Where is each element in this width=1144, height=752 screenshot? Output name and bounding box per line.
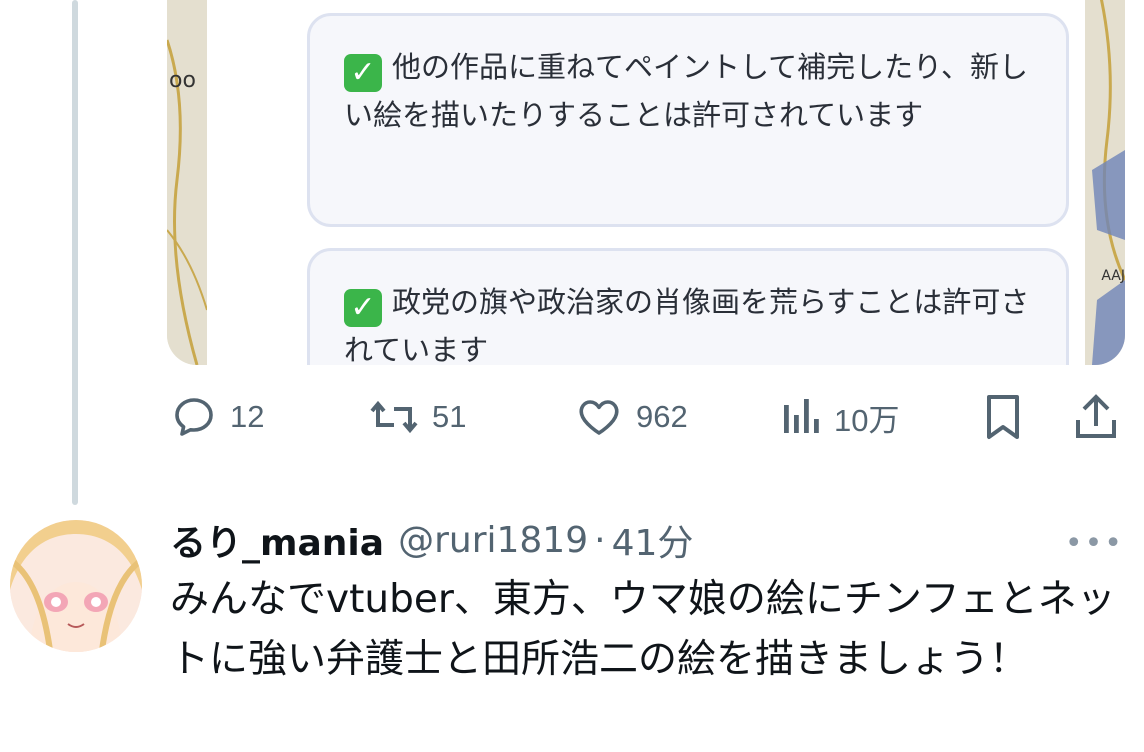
heart-icon bbox=[579, 400, 619, 435]
analytics-icon bbox=[784, 399, 819, 433]
retweet-button[interactable]: 51 bbox=[368, 388, 466, 446]
more-options-icon[interactable]: ••• bbox=[1065, 526, 1124, 561]
user-handle[interactable]: @ruri1819 bbox=[398, 520, 588, 561]
avatar-illustration bbox=[10, 520, 142, 652]
reply-icon bbox=[175, 398, 213, 436]
retweet-count: 51 bbox=[432, 399, 467, 434]
post-text: みんなでvtuber、東方、ウマ娘の絵にチンフェとネットに強い弁護士と田所浩二の… bbox=[170, 577, 1116, 682]
rules-panel: ✓ 他の作品に重ねてペイントして補完したり、新しい絵を描いたりすることは許可されて… bbox=[207, 0, 1085, 365]
reply-button[interactable]: 12 bbox=[170, 388, 264, 446]
avatar[interactable] bbox=[10, 520, 142, 652]
post-timestamp[interactable]: 41分 bbox=[612, 514, 694, 566]
share-icon bbox=[1076, 394, 1116, 438]
share-button[interactable] bbox=[1073, 388, 1119, 446]
thread-connector-line bbox=[72, 0, 78, 505]
notice-card: ✓ 政党の旗や政治家の肖像画を荒らすことは許可されています bbox=[307, 248, 1069, 365]
notice-card: ✓ 他の作品に重ねてペイントして補完したり、新しい絵を描いたりすることは許可されて… bbox=[307, 13, 1069, 227]
map-label-right: AAJ bbox=[1101, 268, 1125, 284]
notice-text: 政党の旗や政治家の肖像画を荒らすことは許可されています bbox=[344, 285, 1030, 365]
check-mark-icon: ✓ bbox=[344, 289, 382, 327]
retweet-icon bbox=[370, 400, 418, 434]
map-label-left: oo bbox=[169, 68, 196, 93]
notice-text: 他の作品に重ねてペイントして補完したり、新しい絵を描いたりすることは許可されてい… bbox=[344, 50, 1028, 132]
post-header: るり_mania @ruri1819 · 41分 ••• bbox=[170, 512, 1124, 568]
check-mark-icon: ✓ bbox=[344, 54, 382, 92]
bookmark-button[interactable] bbox=[983, 388, 1023, 446]
bookmark-icon bbox=[987, 395, 1019, 439]
separator-dot: · bbox=[594, 519, 606, 561]
reply-count: 12 bbox=[230, 399, 265, 434]
views-count: 10万 bbox=[834, 402, 900, 438]
like-count: 962 bbox=[636, 399, 688, 434]
views-button[interactable]: 10万 bbox=[778, 388, 899, 446]
like-button[interactable]: 962 bbox=[574, 388, 688, 446]
post-media-image[interactable]: oo AAJ ✓ 他の作品に重ねてペイントして補完したり、新しい絵を描いたりするこ… bbox=[167, 0, 1125, 365]
display-name[interactable]: るり_mania bbox=[170, 514, 384, 566]
